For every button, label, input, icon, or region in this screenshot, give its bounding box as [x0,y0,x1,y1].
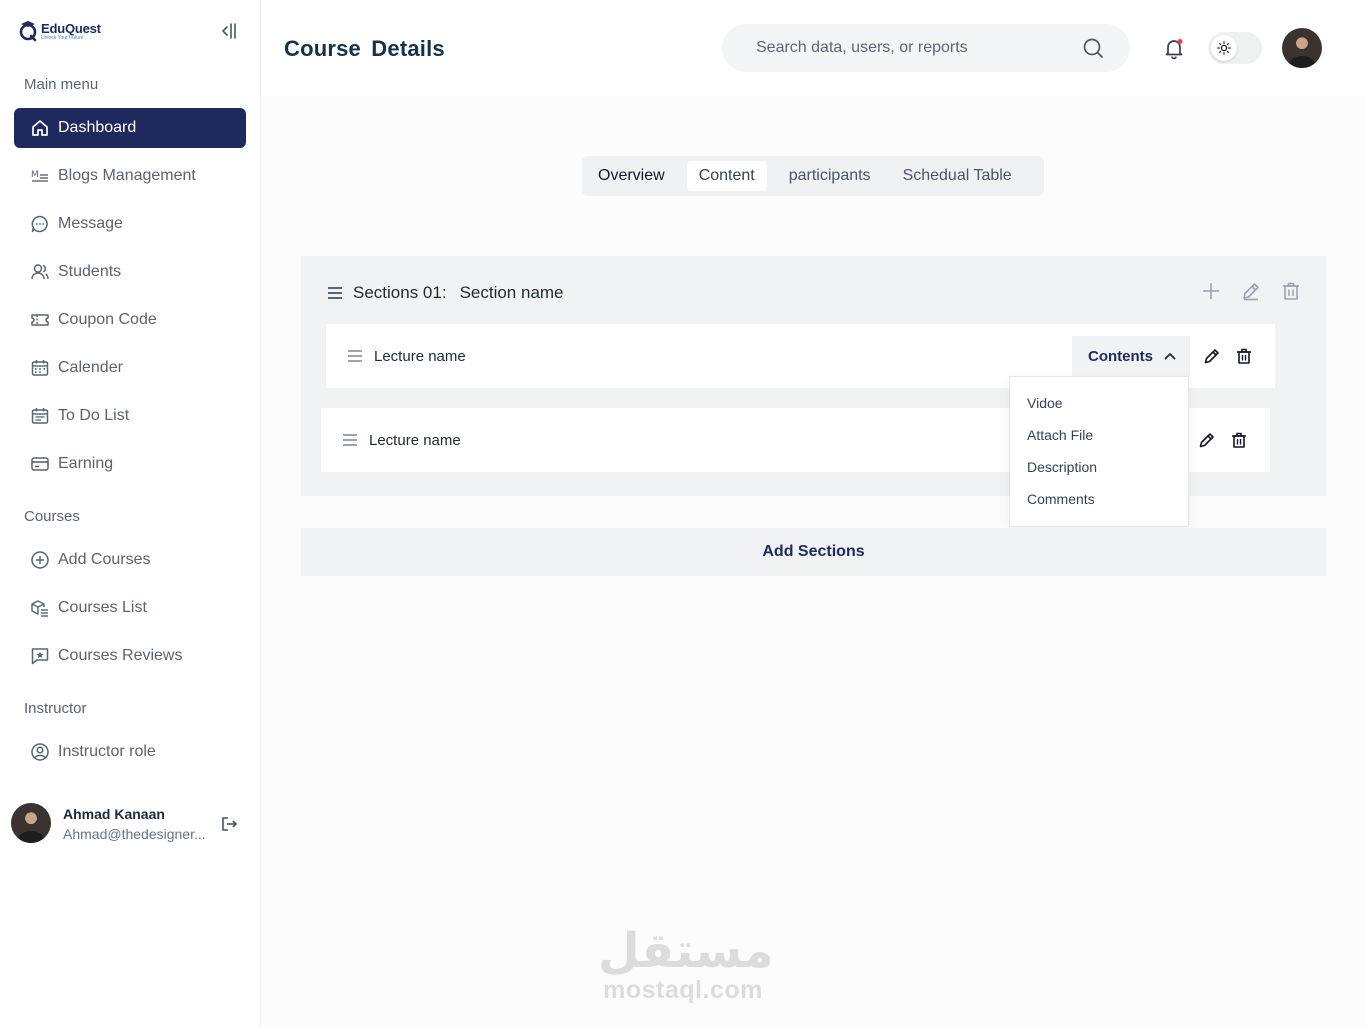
sidebar-item-coupon-code[interactable]: Coupon Code [14,300,246,340]
course-tabs: Overview Content participants Schedual T… [582,156,1044,196]
sidebar-item-label: Courses Reviews [58,647,183,664]
brand-name: EduQuest [41,20,101,36]
search-input[interactable] [756,39,1076,57]
sidebar-item-label: Calender [58,359,123,376]
delete-section-icon[interactable] [1280,280,1302,302]
user-circle-icon [31,743,49,761]
section-actions [1200,280,1302,302]
lecture-name: Lecture name [374,347,466,365]
watermark-logo: مستقل mostaql.com [598,923,774,1008]
sidebar-item-message[interactable]: Message [14,204,246,244]
section-name: Section name [459,283,564,302]
theme-toggle[interactable] [1208,32,1262,64]
drag-handle-icon[interactable] [343,434,357,446]
tab-schedual-table[interactable]: Schedual Table [893,161,1022,191]
svg-text:M: M [31,170,39,180]
plus-circle-icon [31,551,49,569]
sidebar-item-blogs-management[interactable]: M Blogs Management [14,156,246,196]
add-lecture-icon[interactable] [1200,280,1222,302]
logo-icon [19,21,37,42]
sidebar-item-courses-reviews[interactable]: Courses Reviews [14,636,246,676]
sidebar-item-label: Add Courses [58,551,151,568]
top-header: Course Details [262,0,1366,96]
sun-icon [1217,41,1231,55]
star-review-icon [31,648,49,665]
contents-dropdown-menu: Vidoe Attach File Description Comments [1009,376,1189,527]
users-icon [31,264,49,280]
sidebar-item-label: Students [58,263,122,280]
sidebar: EduQuest Unlock Your Future Main menu Da… [0,0,261,1027]
sidebar-item-students[interactable]: Students [14,252,246,292]
delete-lecture-icon[interactable] [1235,347,1253,365]
sidebar-item-to-do-list[interactable]: To Do List [14,396,246,436]
chevron-up-icon [1164,353,1176,360]
drag-handle-icon[interactable] [348,350,362,362]
tab-overview[interactable]: Overview [588,161,675,191]
home-icon [32,120,48,136]
watermark-latin: mostaql.com [603,976,763,1004]
notification-bell-icon[interactable] [1162,36,1186,60]
edit-lecture-icon[interactable] [1198,431,1216,449]
sidebar-item-label: Dashboard [58,119,137,136]
sidebar-item-label: To Do List [58,407,130,424]
dropdown-item-comments[interactable]: Comments [1010,491,1188,523]
sidebar-item-instructor-role[interactable]: Instructor role [14,732,246,772]
section-header: Sections 01: Section name [327,283,564,303]
edit-lecture-icon[interactable] [1203,347,1221,365]
courses-heading: Courses [24,508,80,525]
main-menu-heading: Main menu [24,76,99,93]
add-sections-button[interactable]: Add Sections [301,528,1326,576]
page-title: Course Details [284,36,445,61]
dropdown-item-description[interactable]: Description [1010,459,1188,491]
sidebar-item-calender[interactable]: Calender [14,348,246,388]
search-bar[interactable] [722,24,1130,72]
lecture-actions [1203,347,1253,365]
sidebar-item-dashboard[interactable]: Dashboard [14,108,246,148]
calendar-icon [31,360,49,376]
section-label: Sections 01: [353,283,447,302]
drag-handle-icon[interactable] [327,286,343,300]
avatar [11,803,51,843]
message-icon [31,215,48,233]
card-icon [31,457,49,471]
blogs-icon: M [31,170,48,182]
sidebar-item-add-courses[interactable]: Add Courses [14,540,246,580]
brand-tagline: Unlock Your Future [41,34,84,41]
brand-logo[interactable]: EduQuest Unlock Your Future [18,20,101,42]
tab-content[interactable]: Content [686,161,767,191]
delete-lecture-icon[interactable] [1230,431,1248,449]
sidebar-item-label: Earning [58,455,114,472]
todo-icon [31,408,49,424]
sidebar-item-label: Message [58,215,123,232]
instructor-heading: Instructor [24,700,87,717]
courses-list-icon [31,600,48,617]
user-name: Ahmad Kanaan [63,806,165,822]
lecture-name: Lecture name [369,431,461,449]
collapse-sidebar-icon[interactable] [218,20,240,42]
dropdown-item-attach-file[interactable]: Attach File [1010,427,1188,459]
header-avatar[interactable] [1282,28,1322,68]
search-icon[interactable] [1082,37,1104,59]
edit-section-icon[interactable] [1240,280,1262,302]
sidebar-item-label: Courses List [58,599,147,616]
watermark-arabic: مستقل [598,923,774,979]
sidebar-item-label: Coupon Code [58,311,157,328]
sidebar-item-earning[interactable]: Earning [14,444,246,484]
ticket-icon [31,314,49,326]
sidebar-item-label: Blogs Management [58,167,196,184]
dropdown-item-video[interactable]: Vidoe [1010,395,1188,427]
lecture-actions [1198,431,1248,449]
user-profile-card[interactable]: Ahmad Kanaan Ahmad@thedesigner... [11,803,247,845]
sidebar-item-courses-list[interactable]: Courses List [14,588,246,628]
contents-button-label: Contents [1088,347,1153,365]
theme-toggle-knob [1211,35,1237,61]
logout-icon[interactable] [219,814,239,834]
user-email: Ahmad@thedesigner... [63,826,206,842]
tab-participants[interactable]: participants [779,161,881,191]
contents-dropdown-button[interactable]: Contents [1072,336,1190,376]
sidebar-item-label: Instructor role [58,743,156,760]
